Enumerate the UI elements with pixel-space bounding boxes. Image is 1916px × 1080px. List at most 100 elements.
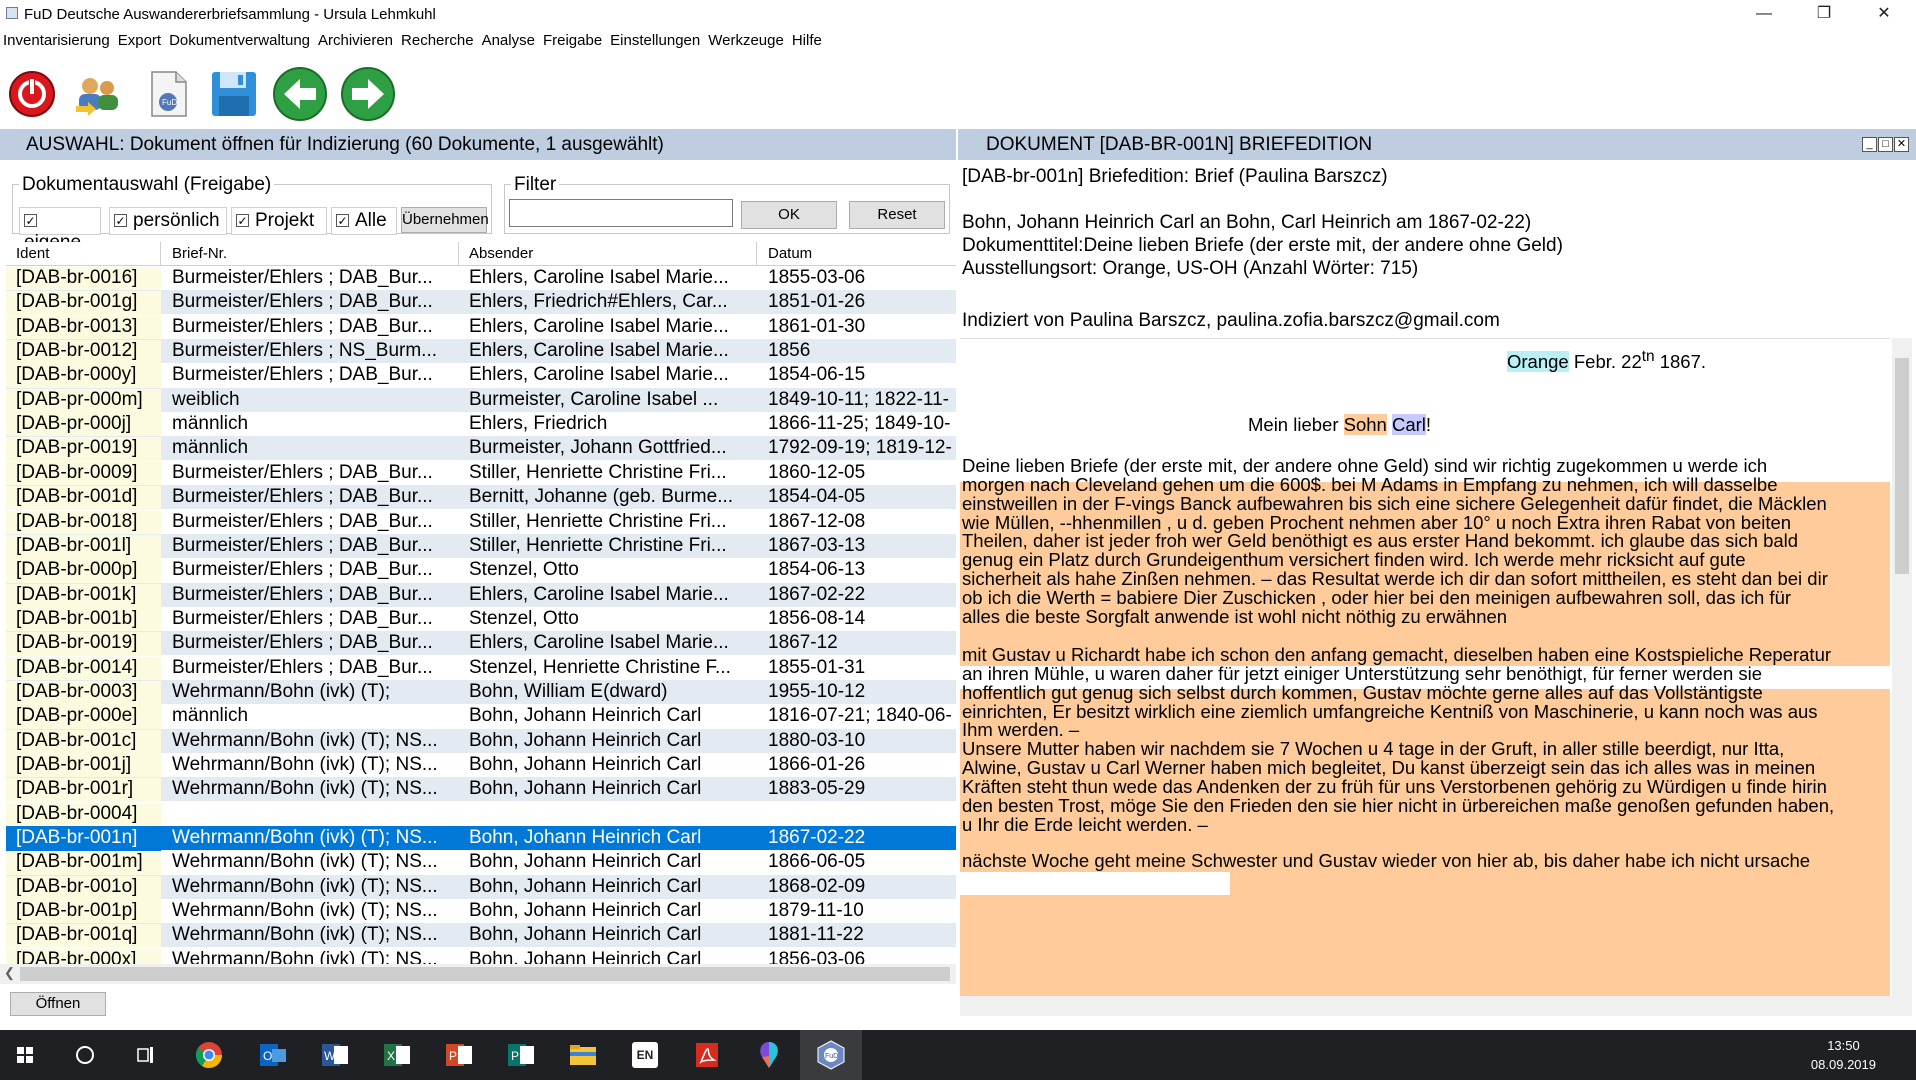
table-row[interactable]: [DAB-br-0014] Burmeister/Ehlers ; DAB_Bur…: [6, 656, 956, 681]
menu-archivieren[interactable]: Archivieren: [315, 30, 398, 49]
excel-icon[interactable]: X: [380, 1038, 414, 1072]
column-header-brief-nr[interactable]: Brief-Nr.: [172, 245, 227, 262]
menu-dokumentverwaltung[interactable]: Dokumentverwaltung: [166, 30, 315, 49]
table-row[interactable]: [DAB-br-0009] Burmeister/Ehlers ; DAB_Bur…: [6, 461, 956, 486]
power-icon[interactable]: [6, 66, 62, 122]
column-header-datum[interactable]: Datum: [768, 245, 812, 262]
menu-einstellungen[interactable]: Einstellungen: [607, 30, 705, 49]
table-row[interactable]: [DAB-br-0018] Burmeister/Ehlers ; DAB_Bur…: [6, 510, 956, 535]
cell-ident: [DAB-br-001g]: [6, 291, 161, 316]
publisher-icon[interactable]: P: [504, 1038, 538, 1072]
filter-input[interactable]: [509, 199, 733, 227]
language-en-icon[interactable]: EN: [632, 1042, 658, 1068]
column-header-ident[interactable]: Ident: [16, 245, 49, 262]
cell-datum: 1881-11-22: [768, 924, 864, 946]
save-icon[interactable]: [206, 66, 262, 122]
table-row[interactable]: [DAB-pr-0019] männlich Burmeister, Johann …: [6, 436, 956, 462]
panel-minimize-icon[interactable]: _: [1862, 137, 1877, 152]
powerpoint-icon[interactable]: P: [442, 1038, 476, 1072]
table-row[interactable]: [DAB-br-001j] Wehrmann/Bohn (ivk) (T); NS…: [6, 753, 956, 778]
panel-close-icon[interactable]: ✕: [1894, 137, 1909, 152]
menu-recherche[interactable]: Recherche: [398, 30, 479, 49]
table-row[interactable]: [DAB-br-001m] Wehrmann/Bohn (ivk) (T); NS…: [6, 850, 956, 876]
svg-text:P: P: [449, 1049, 457, 1063]
table-row[interactable]: [DAB-br-001k] Burmeister/Ehlers ; DAB_Bur…: [6, 582, 956, 608]
table-row[interactable]: [DAB-br-000x] Wehrmann/Bohn (ivk) (T); NS…: [6, 948, 956, 964]
checkbox-projekt[interactable]: ✓ Projekt: [231, 207, 327, 235]
table-row-selected[interactable]: [DAB-br-001n] Wehrmann/Bohn (ivk) (T); NS…: [6, 826, 956, 852]
acrobat-icon[interactable]: [690, 1038, 724, 1072]
restore-button[interactable]: ❐: [1796, 0, 1852, 28]
fud-app-icon[interactable]: FuD: [814, 1038, 848, 1072]
menu-export[interactable]: Export: [115, 30, 166, 49]
open-button[interactable]: Öffnen: [10, 992, 106, 1016]
chrome-icon[interactable]: [192, 1038, 226, 1072]
letter-text-view[interactable]: Orange Febr. 22tn 1867. Mein lieber Sohn…: [960, 338, 1890, 1016]
menu-inventarisierung[interactable]: Inventarisierung: [0, 30, 115, 49]
panel-maximize-icon[interactable]: □: [1878, 137, 1893, 152]
column-header-absender[interactable]: Absender: [469, 245, 533, 262]
document-fud-icon[interactable]: FuD: [140, 66, 196, 122]
menu-hilfe[interactable]: Hilfe: [789, 30, 827, 49]
task-view-icon[interactable]: [128, 1038, 162, 1072]
table-row[interactable]: [DAB-pr-000m] weiblich Burmeister, Carolin…: [6, 387, 956, 413]
table-row[interactable]: [DAB-br-001b] Burmeister/Ehlers ; DAB_Bur…: [6, 607, 956, 632]
apply-button[interactable]: Übernehmen: [401, 207, 489, 233]
checkbox-eigene[interactable]: ✓eigene: [19, 207, 101, 253]
checkbox-persoenlich[interactable]: ✓ persönlich: [109, 207, 227, 235]
cell-ident: [DAB-br-001q]: [6, 924, 161, 949]
minimize-button[interactable]: —: [1736, 0, 1792, 28]
cell-absender: Stiller, Henriette Christine Fri...: [469, 510, 727, 532]
table-row[interactable]: [DAB-br-001q] Wehrmann/Bohn (ivk) (T); NS…: [6, 923, 956, 949]
forward-arrow-icon[interactable]: [340, 66, 396, 122]
cell-datum: 1856-08-14: [768, 607, 866, 629]
table-row[interactable]: [DAB-br-0013] Burmeister/Ehlers ; DAB_Bur…: [6, 315, 956, 340]
scrollbar-thumb[interactable]: [20, 967, 950, 981]
table-row[interactable]: [DAB-br-0016] Burmeister/Ehlers ; DAB_Bur…: [6, 266, 956, 291]
scrollbar-thumb[interactable]: [1895, 358, 1909, 574]
paint-3d-icon[interactable]: [752, 1038, 786, 1072]
table-row[interactable]: [DAB-br-001g] Burmeister/Ehlers ; DAB_Bur…: [6, 290, 956, 316]
windows-start-icon[interactable]: [8, 1038, 42, 1072]
letter-horizontal-scrollbar[interactable]: [960, 996, 1892, 1016]
cell-absender: Bohn, Johann Heinrich Carl: [469, 754, 702, 775]
back-arrow-icon[interactable]: [272, 66, 328, 122]
close-button[interactable]: ✕: [1856, 0, 1912, 28]
cell-brief-nr: weiblich: [172, 388, 240, 410]
table-row[interactable]: [DAB-br-0004]: [6, 802, 956, 827]
word-icon[interactable]: W: [318, 1038, 352, 1072]
menu-freigabe[interactable]: Freigabe: [540, 30, 607, 49]
clock-date: 08.09.2019: [1810, 1057, 1876, 1072]
letter-vertical-scrollbar[interactable]: [1892, 338, 1912, 1016]
outlook-icon[interactable]: O: [256, 1038, 290, 1072]
checkbox-alle[interactable]: ✓ Alle: [331, 207, 397, 235]
table-row[interactable]: [DAB-br-001c] Wehrmann/Bohn (ivk) (T); NS…: [6, 728, 956, 754]
table-row[interactable]: [DAB-br-0019] Burmeister/Ehlers ; DAB_Bur…: [6, 631, 956, 657]
file-explorer-icon[interactable]: [566, 1038, 600, 1072]
table-row[interactable]: [DAB-br-0003] Wehrmann/Bohn (ivk) (T); Boh…: [6, 679, 956, 705]
table-row[interactable]: [DAB-pr-000e] männlich Bohn, Johann Heinri…: [6, 704, 956, 730]
table-row[interactable]: [DAB-br-001p] Wehrmann/Bohn (ivk) (T); NS…: [6, 899, 956, 925]
table-horizontal-scrollbar[interactable]: ❮: [0, 964, 956, 984]
cell-datum: 1792-09-19; 1819-12-: [768, 437, 952, 459]
search-circle-icon[interactable]: [68, 1038, 102, 1072]
cell-datum: 1867-02-22: [768, 827, 866, 849]
menu-analyse[interactable]: Analyse: [479, 30, 540, 49]
users-exchange-icon[interactable]: [70, 66, 126, 122]
table-row[interactable]: [DAB-br-001d] Burmeister/Ehlers ; DAB_Bur…: [6, 485, 956, 511]
scroll-left-icon[interactable]: ❮: [4, 965, 15, 981]
table-row[interactable]: [DAB-br-001l] Burmeister/Ehlers ; DAB_Bur…: [6, 533, 956, 559]
filter-ok-button[interactable]: OK: [741, 201, 837, 229]
table-row[interactable]: [DAB-br-0012] Burmeister/Ehlers ; NS_Burm…: [6, 339, 956, 365]
table-row[interactable]: [DAB-br-001o] Wehrmann/Bohn (ivk) (T); NS…: [6, 874, 956, 900]
cell-absender: Ehlers, Friedrich: [469, 413, 608, 435]
table-row[interactable]: [DAB-pr-000j] männlich Ehlers, Friedrich 18…: [6, 412, 956, 438]
table-row[interactable]: [DAB-br-000p] Burmeister/Ehlers ; DAB_Bur…: [6, 558, 956, 584]
table-row[interactable]: [DAB-br-001r] Wehrmann/Bohn (ivk) (T); NS…: [6, 777, 956, 803]
table-row[interactable]: [DAB-br-000y] Burmeister/Ehlers ; DAB_Bur…: [6, 363, 956, 389]
cell-absender: Ehlers, Caroline Isabel Marie...: [469, 340, 729, 362]
cell-absender: Stenzel, Otto: [469, 559, 579, 581]
filter-reset-button[interactable]: Reset: [849, 201, 945, 229]
menu-werkzeuge[interactable]: Werkzeuge: [705, 30, 789, 49]
system-clock[interactable]: 13:50 08.09.2019: [1811, 1036, 1876, 1074]
